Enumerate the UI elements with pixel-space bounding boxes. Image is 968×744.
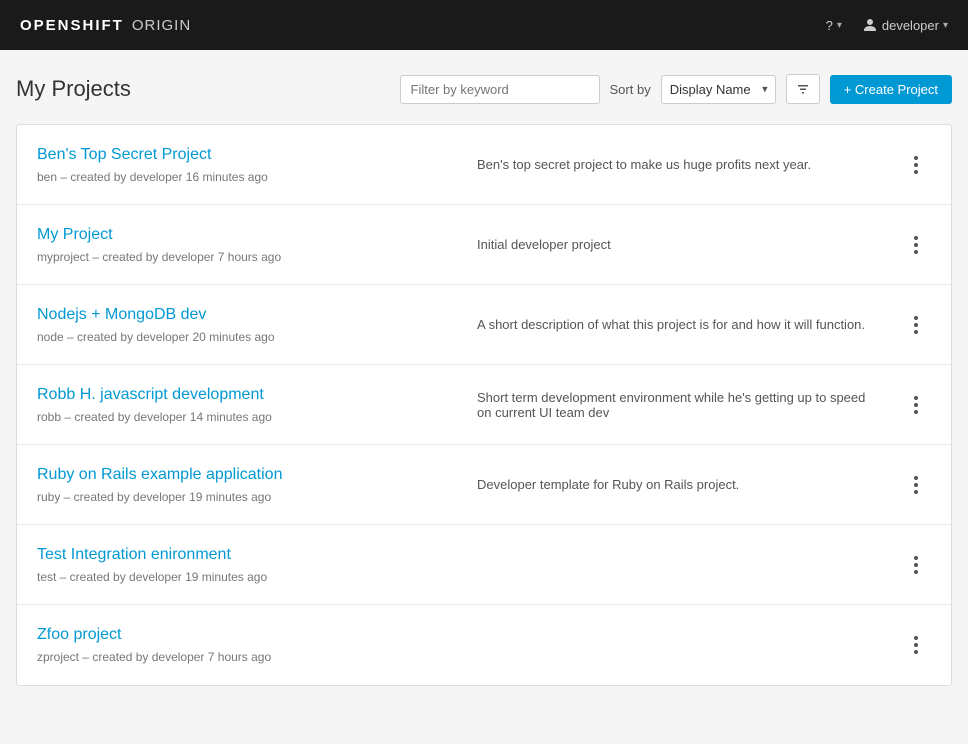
create-project-button[interactable]: + Create Project bbox=[830, 75, 952, 104]
project-meta: ben – created by developer 16 minutes ag… bbox=[37, 170, 268, 184]
kebab-dot bbox=[914, 563, 918, 567]
project-actions bbox=[901, 392, 931, 418]
project-name[interactable]: Ben's Top Secret Project bbox=[37, 146, 457, 164]
top-bar: My Projects Sort by Display Name Date Cr… bbox=[16, 74, 952, 104]
project-item: Ben's Top Secret Project ben – created b… bbox=[17, 125, 951, 205]
kebab-dot bbox=[914, 556, 918, 560]
project-description: Ben's top secret project to make us huge… bbox=[457, 157, 901, 172]
project-info: Ben's Top Secret Project ben – created b… bbox=[37, 146, 457, 184]
kebab-dot bbox=[914, 403, 918, 407]
header-right: ? ▾ developer ▾ bbox=[826, 17, 948, 33]
project-name[interactable]: Nodejs + MongoDB dev bbox=[37, 306, 457, 324]
project-meta: myproject – created by developer 7 hours… bbox=[37, 250, 281, 264]
project-info: Nodejs + MongoDB dev node – created by d… bbox=[37, 306, 457, 344]
project-meta: test – created by developer 19 minutes a… bbox=[37, 570, 267, 584]
user-label: developer bbox=[882, 18, 939, 33]
project-description: Developer template for Ruby on Rails pro… bbox=[457, 477, 901, 492]
kebab-menu-button[interactable] bbox=[910, 232, 922, 258]
project-name[interactable]: Robb H. javascript development bbox=[37, 386, 457, 404]
project-item: Nodejs + MongoDB dev node – created by d… bbox=[17, 285, 951, 365]
kebab-dot bbox=[914, 650, 918, 654]
kebab-menu-button[interactable] bbox=[910, 632, 922, 658]
project-actions bbox=[901, 472, 931, 498]
project-actions bbox=[901, 632, 931, 658]
project-info: My Project myproject – created by develo… bbox=[37, 226, 457, 264]
kebab-menu-button[interactable] bbox=[910, 152, 922, 178]
project-item: My Project myproject – created by develo… bbox=[17, 205, 951, 285]
project-info: Ruby on Rails example application ruby –… bbox=[37, 466, 457, 504]
project-list: Ben's Top Secret Project ben – created b… bbox=[16, 124, 952, 686]
kebab-dot bbox=[914, 476, 918, 480]
kebab-dot bbox=[914, 156, 918, 160]
project-name[interactable]: Zfoo project bbox=[37, 626, 457, 644]
sort-order-icon bbox=[795, 81, 811, 97]
kebab-dot bbox=[914, 483, 918, 487]
sort-select[interactable]: Display Name Date Created bbox=[661, 75, 776, 104]
project-item: Robb H. javascript development robb – cr… bbox=[17, 365, 951, 445]
kebab-dot bbox=[914, 243, 918, 247]
project-name[interactable]: My Project bbox=[37, 226, 457, 244]
project-item: Test Integration enironment test – creat… bbox=[17, 525, 951, 605]
project-info: Robb H. javascript development robb – cr… bbox=[37, 386, 457, 424]
user-chevron-icon: ▾ bbox=[943, 20, 948, 31]
kebab-menu-button[interactable] bbox=[910, 472, 922, 498]
project-description: Initial developer project bbox=[457, 237, 901, 252]
project-description: Short term development environment while… bbox=[457, 390, 901, 420]
kebab-dot bbox=[914, 570, 918, 574]
page-title: My Projects bbox=[16, 76, 131, 102]
kebab-menu-button[interactable] bbox=[910, 392, 922, 418]
header-logo: OPENSHIFT ORIGIN bbox=[20, 17, 191, 34]
sort-order-button[interactable] bbox=[786, 74, 820, 104]
project-item: Zfoo project zproject – created by devel… bbox=[17, 605, 951, 685]
project-actions bbox=[901, 152, 931, 178]
project-actions bbox=[901, 312, 931, 338]
project-meta: zproject – created by developer 7 hours … bbox=[37, 650, 271, 664]
user-menu[interactable]: developer ▾ bbox=[862, 17, 948, 33]
user-icon bbox=[862, 17, 878, 33]
kebab-dot bbox=[914, 163, 918, 167]
top-bar-controls: Sort by Display Name Date Created + Crea… bbox=[400, 74, 952, 104]
header: OPENSHIFT ORIGIN ? ▾ developer ▾ bbox=[0, 0, 968, 50]
kebab-dot bbox=[914, 250, 918, 254]
kebab-dot bbox=[914, 170, 918, 174]
main-content: My Projects Sort by Display Name Date Cr… bbox=[0, 50, 968, 710]
project-description: A short description of what this project… bbox=[457, 317, 901, 332]
project-actions bbox=[901, 552, 931, 578]
kebab-dot bbox=[914, 323, 918, 327]
kebab-dot bbox=[914, 636, 918, 640]
kebab-dot bbox=[914, 316, 918, 320]
project-meta: node – created by developer 20 minutes a… bbox=[37, 330, 275, 344]
sort-label: Sort by bbox=[610, 82, 651, 97]
kebab-dot bbox=[914, 490, 918, 494]
help-icon: ? bbox=[826, 18, 833, 33]
kebab-menu-button[interactable] bbox=[910, 552, 922, 578]
project-name[interactable]: Test Integration enironment bbox=[37, 546, 457, 564]
kebab-dot bbox=[914, 396, 918, 400]
openshift-logo-text: OPENSHIFT bbox=[20, 17, 124, 34]
kebab-dot bbox=[914, 410, 918, 414]
origin-logo-text: ORIGIN bbox=[132, 17, 191, 34]
project-actions bbox=[901, 232, 931, 258]
project-info: Test Integration enironment test – creat… bbox=[37, 546, 457, 584]
kebab-dot bbox=[914, 643, 918, 647]
kebab-menu-button[interactable] bbox=[910, 312, 922, 338]
sort-select-wrapper: Display Name Date Created bbox=[661, 75, 776, 104]
project-info: Zfoo project zproject – created by devel… bbox=[37, 626, 457, 664]
project-meta: robb – created by developer 14 minutes a… bbox=[37, 410, 272, 424]
filter-input[interactable] bbox=[400, 75, 600, 104]
project-meta: ruby – created by developer 19 minutes a… bbox=[37, 490, 271, 504]
project-item: Ruby on Rails example application ruby –… bbox=[17, 445, 951, 525]
kebab-dot bbox=[914, 330, 918, 334]
help-chevron-icon: ▾ bbox=[837, 20, 842, 31]
project-name[interactable]: Ruby on Rails example application bbox=[37, 466, 457, 484]
kebab-dot bbox=[914, 236, 918, 240]
help-menu[interactable]: ? ▾ bbox=[826, 18, 842, 33]
